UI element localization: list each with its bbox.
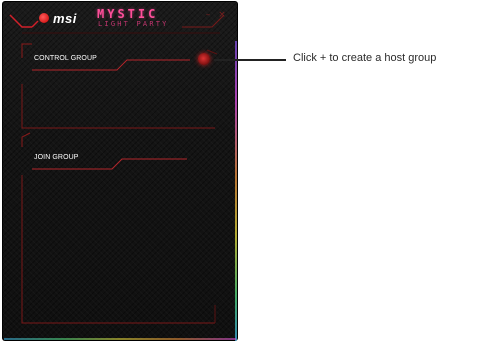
page: msi MYSTIC LIGHT PARTY – × CONTROL GROUP (0, 0, 500, 342)
join-group-panel: JOIN GROUP (21, 132, 217, 325)
app-window: msi MYSTIC LIGHT PARTY – × CONTROL GROUP (2, 1, 238, 341)
join-group-label: JOIN GROUP (34, 154, 79, 161)
msi-dragon-icon (39, 13, 49, 23)
minimize-button[interactable]: – (204, 11, 212, 20)
join-group-frame (21, 132, 216, 324)
rainbow-edge-glow (235, 41, 237, 341)
close-button[interactable]: × (218, 11, 226, 20)
window-controls: – × (204, 11, 226, 20)
control-group-label: CONTROL GROUP (34, 55, 97, 62)
callout-text: Click + to create a host group (293, 52, 437, 64)
brand-logo-text: msi (53, 11, 77, 26)
callout-line (214, 59, 286, 61)
product-subtitle: LIGHT PARTY (98, 20, 169, 28)
rainbow-bottom-glow (4, 338, 236, 340)
product-title: MYSTIC (97, 7, 159, 21)
control-group-panel: CONTROL GROUP (21, 43, 218, 130)
add-group-button[interactable] (198, 53, 210, 65)
